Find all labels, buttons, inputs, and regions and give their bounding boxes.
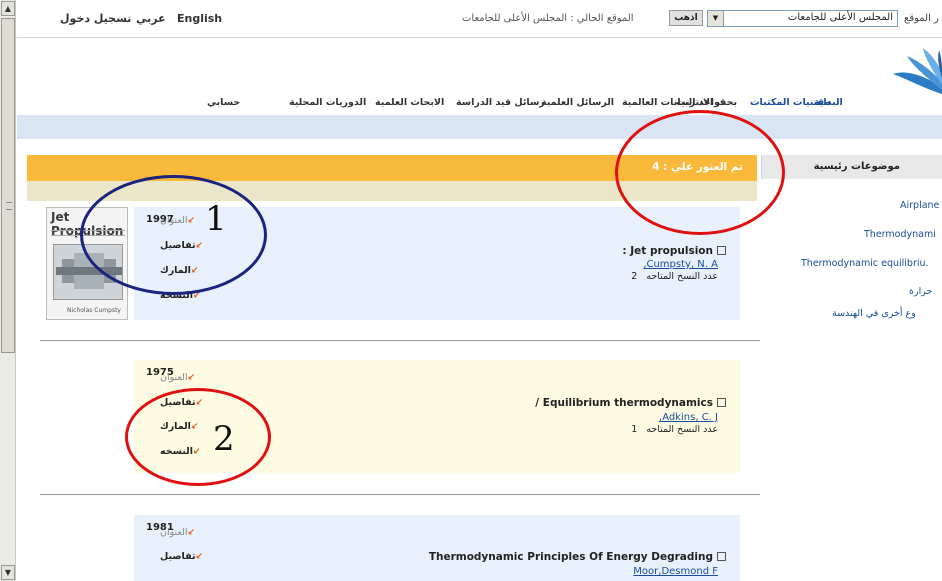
top-bar: English عربي تسجيل دخول الموقع الحالي : … [17, 0, 942, 38]
record-author-link[interactable]: ,Cumpsty, N. A [643, 259, 718, 270]
current-location: الموقع الحالي : المجلس الأعلى للجامعات [462, 13, 634, 24]
record-checkbox[interactable] [717, 398, 726, 407]
action-title-link[interactable]: ↙العنوان [160, 527, 195, 538]
record-checkbox[interactable] [717, 552, 726, 561]
chevron-down-icon[interactable]: ▼ [708, 11, 724, 26]
nav-library-holdings[interactable]: مقتنيات المكتبات [750, 97, 830, 111]
annotation-ellipse-red-bottom [125, 388, 271, 486]
record-checkbox[interactable] [717, 246, 726, 255]
record-title[interactable]: Thermodynamic Principles Of Energy Degra… [429, 551, 726, 563]
book-logo-icon [893, 48, 942, 94]
site-label: ر الموقع [904, 13, 939, 24]
sidebar-heading: موضوعات رئيسية [761, 155, 942, 179]
nav-theses[interactable]: الرسائل العلمية [541, 97, 614, 111]
window-scrollbar[interactable]: ▲ ▼ [0, 0, 16, 581]
go-button[interactable]: اذهب [669, 10, 703, 26]
nav-my-account[interactable]: حسابي [207, 97, 240, 111]
nav-scientific-research[interactable]: الابحاث العلمية [375, 97, 444, 111]
site-select[interactable]: ▼ المجلس الأعلى للجامعات [707, 10, 898, 27]
page: English عربي تسجيل دخول الموقع الحالي : … [17, 0, 942, 581]
lang-english-link[interactable]: English [177, 12, 222, 25]
nav-local-periodicals[interactable]: الدوريات المحلية [289, 97, 366, 111]
login-link[interactable]: تسجيل دخول [60, 12, 131, 25]
scroll-grip-icon [6, 202, 12, 210]
nav-strip [17, 115, 942, 139]
sidebar-item-heat[interactable]: حرارة [909, 286, 932, 297]
action-title-link[interactable]: ↙العنوان [160, 372, 195, 383]
cover-author: Nicholas Cumpsty [67, 307, 121, 314]
record-separator [40, 340, 760, 341]
record-author-link[interactable]: Moor,Desmond F [633, 566, 718, 577]
scroll-thumb[interactable] [1, 18, 15, 353]
sidebar-item-airplane[interactable]: Airplane [900, 200, 939, 211]
record-title[interactable]: : Jet propulsion [622, 245, 726, 257]
site-select-value: المجلس الأعلى للجامعات [787, 12, 893, 23]
record-3: 1981 Thermodynamic Principles Of Energy … [134, 515, 740, 581]
record-copies: عدد النسخ المتاحه 1 [631, 424, 718, 435]
scroll-down-icon[interactable]: ▼ [1, 565, 15, 580]
scroll-up-icon[interactable]: ▲ [1, 1, 15, 16]
annotation-label-1: 1 [205, 199, 227, 239]
lang-arabic-link[interactable]: عربي [136, 12, 166, 25]
action-details-link[interactable]: ↙تفاصيل [160, 551, 203, 562]
record-title[interactable]: / Equilibrium thermodynamics [535, 397, 726, 409]
annotation-label-2: 2 [213, 419, 235, 459]
annotation-ellipse-navy [80, 175, 267, 295]
record-copies: عدد النسخ المتاحه 2 [631, 271, 718, 282]
sidebar-item-thermodynamics[interactable]: Thermodynami [864, 229, 936, 240]
record-author-link[interactable]: ,Adkins, C. J [659, 412, 718, 423]
nav-theses-in-progress[interactable]: رسائل قيد الدراسة [456, 97, 545, 111]
sidebar-item-other-engineering[interactable]: وع أخرى في الهندسة [832, 308, 916, 319]
annotation-ellipse-red-top [615, 110, 785, 235]
sidebar-item-thermo-equilibrium[interactable]: Thermodynamic equilibriu. [801, 258, 929, 269]
nav-global-databases[interactable]: قواعد البيانات العالمية [622, 97, 726, 111]
sidebar-heading-label: موضوعات رئيسية [813, 161, 900, 172]
record-separator [40, 494, 760, 495]
